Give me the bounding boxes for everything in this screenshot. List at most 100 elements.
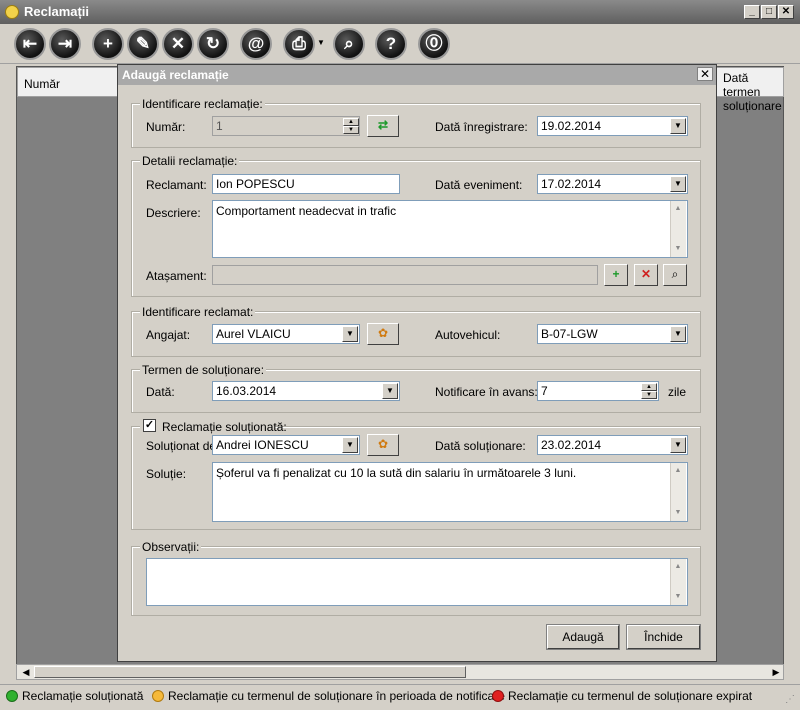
label-attachment: Atașament: xyxy=(146,269,207,283)
toolbar-add-button[interactable]: + xyxy=(92,28,124,60)
view-attachment-button[interactable]: ⌕ xyxy=(663,264,687,286)
email-icon: @ xyxy=(247,34,265,53)
registration-date-picker[interactable]: 19.02.2014 xyxy=(537,116,688,136)
toolbar-exit-button[interactable]: ⇥ xyxy=(49,28,81,60)
event-date-picker[interactable]: 17.02.2014 xyxy=(537,174,688,194)
observations-scroll-down-icon[interactable]: ▼ xyxy=(670,590,686,604)
column-header-due-date[interactable]: Dată termen soluționare xyxy=(716,67,784,113)
exit-icon: ⇥ xyxy=(57,34,73,53)
resolved-checkbox[interactable]: ✓ xyxy=(143,419,156,432)
magnifier-icon: ⌕ xyxy=(671,267,679,281)
refresh-arrows-icon: ⇄ xyxy=(377,118,389,132)
solution-scroll-down-icon[interactable]: ▼ xyxy=(670,506,686,520)
label-advance-notice: Notificare în avans: xyxy=(435,385,538,399)
group-title-respondent: Identificare reclamat: xyxy=(140,305,256,319)
legend-resolved: Reclamație soluționată xyxy=(22,689,144,703)
number-field[interactable]: 1 xyxy=(212,116,360,136)
minimize-button[interactable]: _ xyxy=(744,5,760,19)
label-resolution-date: Dată soluționare: xyxy=(435,439,526,453)
people-icon: ✿ xyxy=(377,326,389,340)
toolbar-info-button[interactable]: ⓪ xyxy=(418,28,450,60)
deadline-date-dropdown-icon[interactable]: ▼ xyxy=(382,383,398,399)
description-scroll-up-icon[interactable]: ▲ xyxy=(670,202,686,216)
resolved-by-select[interactable]: Andrei IONESCU xyxy=(212,435,360,455)
employee-lookup-button[interactable]: ✿ xyxy=(367,323,399,345)
group-title-identification: Identificare reclamație: xyxy=(140,97,265,111)
label-registration-date: Dată înregistrare: xyxy=(435,120,528,134)
solution-scroll-up-icon[interactable]: ▲ xyxy=(670,464,686,478)
toolbar-delete-button[interactable]: ✕ xyxy=(162,28,194,60)
deadline-date-picker[interactable]: 16.03.2014 xyxy=(212,381,400,401)
toolbar-first-button[interactable]: ⇤ xyxy=(14,28,46,60)
registration-date-dropdown-icon[interactable]: ▼ xyxy=(670,118,686,134)
add-icon: + xyxy=(103,34,113,53)
employee-dropdown-icon[interactable]: ▼ xyxy=(342,326,358,342)
remove-attachment-button[interactable]: ✕ xyxy=(634,264,658,286)
complainant-input[interactable]: Ion POPESCU xyxy=(212,174,400,194)
help-icon: ? xyxy=(385,34,397,53)
toolbar-refresh-button[interactable]: ↻ xyxy=(197,28,229,60)
description-scroll-down-icon[interactable]: ▼ xyxy=(670,242,686,256)
solution-textarea[interactable]: Șoferul va fi penalizat cu 10 la sută di… xyxy=(212,462,688,522)
maximize-button[interactable]: □ xyxy=(761,5,777,19)
notice-spin-up-icon[interactable]: ▲ xyxy=(641,383,657,391)
add-file-icon: + xyxy=(612,267,620,281)
label-solution: Soluție: xyxy=(146,467,187,481)
event-date-dropdown-icon[interactable]: ▼ xyxy=(670,176,686,192)
label-complainant: Reclamant: xyxy=(146,178,207,192)
scroll-left-arrow-icon[interactable]: ◀ xyxy=(18,665,34,679)
search-icon: ⌕ xyxy=(344,34,354,53)
resize-grip-icon[interactable]: ⋰ xyxy=(785,694,795,705)
label-number: Număr: xyxy=(146,120,186,134)
attachment-field[interactable] xyxy=(212,265,598,285)
add-attachment-button[interactable]: + xyxy=(604,264,628,286)
column-header-due-line1: Dată termen xyxy=(723,71,761,99)
close-window-button[interactable]: ✕ xyxy=(778,5,794,19)
resolved-status-icon xyxy=(6,690,18,702)
regenerate-number-button[interactable]: ⇄ xyxy=(367,115,399,137)
window-title: Reclamații xyxy=(24,4,90,19)
group-title-deadline: Termen de soluționare: xyxy=(140,363,267,377)
description-textarea[interactable]: Comportament neadecvat in trafic xyxy=(212,200,688,258)
close-button[interactable]: Închide xyxy=(626,624,701,650)
toolbar-search-button[interactable]: ⌕ xyxy=(333,28,365,60)
refresh-icon: ↻ xyxy=(205,34,221,53)
column-header-number[interactable]: Număr xyxy=(17,67,119,97)
scroll-right-arrow-icon[interactable]: ▶ xyxy=(768,665,784,679)
observations-textarea[interactable] xyxy=(146,558,688,606)
print-icon: ⎙ xyxy=(292,34,306,53)
toolbar-email-button[interactable]: @ xyxy=(240,28,272,60)
toolbar-edit-button[interactable]: ✎ xyxy=(127,28,159,60)
number-spin-down-icon[interactable]: ▼ xyxy=(343,126,359,134)
resolution-date-dropdown-icon[interactable]: ▼ xyxy=(670,437,686,453)
label-deadline-date: Dată: xyxy=(146,385,175,399)
people-icon: ✿ xyxy=(377,437,389,451)
resolver-lookup-button[interactable]: ✿ xyxy=(367,434,399,456)
observations-scroll-up-icon[interactable]: ▲ xyxy=(670,560,686,574)
toolbar-print-button[interactable]: ⎙ xyxy=(283,28,315,60)
vehicle-dropdown-icon[interactable]: ▼ xyxy=(670,326,686,342)
label-description: Descriere: xyxy=(146,206,201,220)
resolved-by-dropdown-icon[interactable]: ▼ xyxy=(342,437,358,453)
dialog-title: Adaugă reclamație xyxy=(122,68,229,82)
legend-notification: Reclamație cu termenul de soluționare în… xyxy=(168,689,505,703)
add-button[interactable]: Adaugă xyxy=(546,624,620,650)
app-icon xyxy=(5,5,19,19)
employee-select[interactable]: Aurel VLAICU xyxy=(212,324,360,344)
first-icon: ⇤ xyxy=(22,34,38,53)
label-employee: Angajat: xyxy=(146,328,191,342)
resolution-date-picker[interactable]: 23.02.2014 xyxy=(537,435,688,455)
dialog-close-icon[interactable]: ✕ xyxy=(697,67,713,81)
group-title-resolved: Reclamație soluționată: xyxy=(162,420,287,434)
toolbar-help-button[interactable]: ? xyxy=(375,28,407,60)
notice-spin-down-icon[interactable]: ▼ xyxy=(641,391,657,399)
label-event-date: Dată eveniment: xyxy=(435,178,523,192)
label-vehicle: Autovehicul: xyxy=(435,328,501,342)
print-dropdown-icon[interactable]: ▼ xyxy=(317,38,325,47)
number-spin-up-icon[interactable]: ▲ xyxy=(343,118,359,126)
group-title-details: Detalii reclamație: xyxy=(140,154,240,168)
legend-expired: Reclamație cu termenul de soluționare ex… xyxy=(508,689,753,703)
vehicle-select[interactable]: B-07-LGW xyxy=(537,324,688,344)
delete-file-icon: ✕ xyxy=(640,267,652,281)
horizontal-scroll-thumb[interactable] xyxy=(34,666,466,678)
